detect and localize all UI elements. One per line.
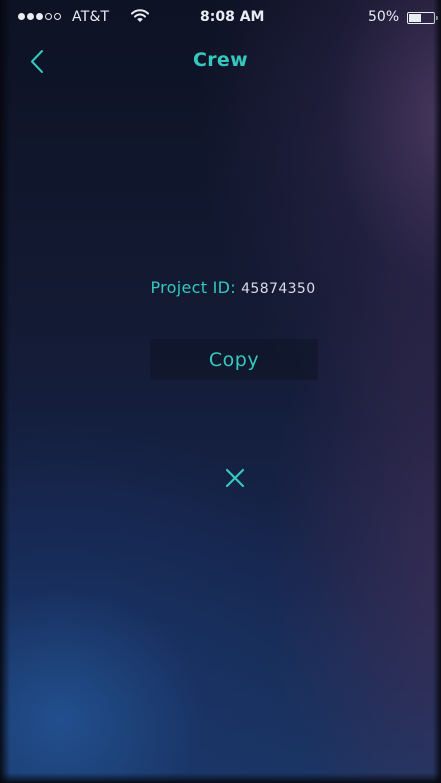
- signal-dot: [45, 13, 52, 20]
- page-title: Crew: [193, 49, 248, 71]
- copy-button[interactable]: Copy: [150, 339, 318, 380]
- signal-dot: [54, 13, 61, 20]
- signal-dot: [27, 13, 34, 20]
- battery-percentage: 50%: [368, 9, 400, 25]
- screen-edge-shade: [433, 0, 441, 783]
- project-id-line: Project ID: 45874350: [0, 278, 441, 297]
- signal-dot: [18, 13, 25, 20]
- signal-strength-icon: [18, 13, 61, 20]
- screen-edge-shade: [0, 773, 441, 783]
- status-time: 8:08 AM: [200, 9, 265, 25]
- signal-dot: [36, 13, 43, 20]
- wifi-icon: [131, 9, 149, 27]
- close-icon: [225, 468, 245, 488]
- status-bar: AT&T 8:08 AM 50%: [0, 0, 441, 40]
- battery-icon: [407, 12, 438, 24]
- crew-project-screen: AT&T 8:08 AM 50% Crew Project ID: 458743…: [0, 0, 441, 783]
- close-button[interactable]: [221, 464, 249, 492]
- project-id-label: Project ID:: [150, 278, 236, 297]
- project-id-value: 45874350: [241, 281, 316, 297]
- screen-edge-shade: [0, 0, 10, 783]
- battery-fill: [409, 14, 421, 22]
- carrier-name: AT&T: [72, 9, 110, 25]
